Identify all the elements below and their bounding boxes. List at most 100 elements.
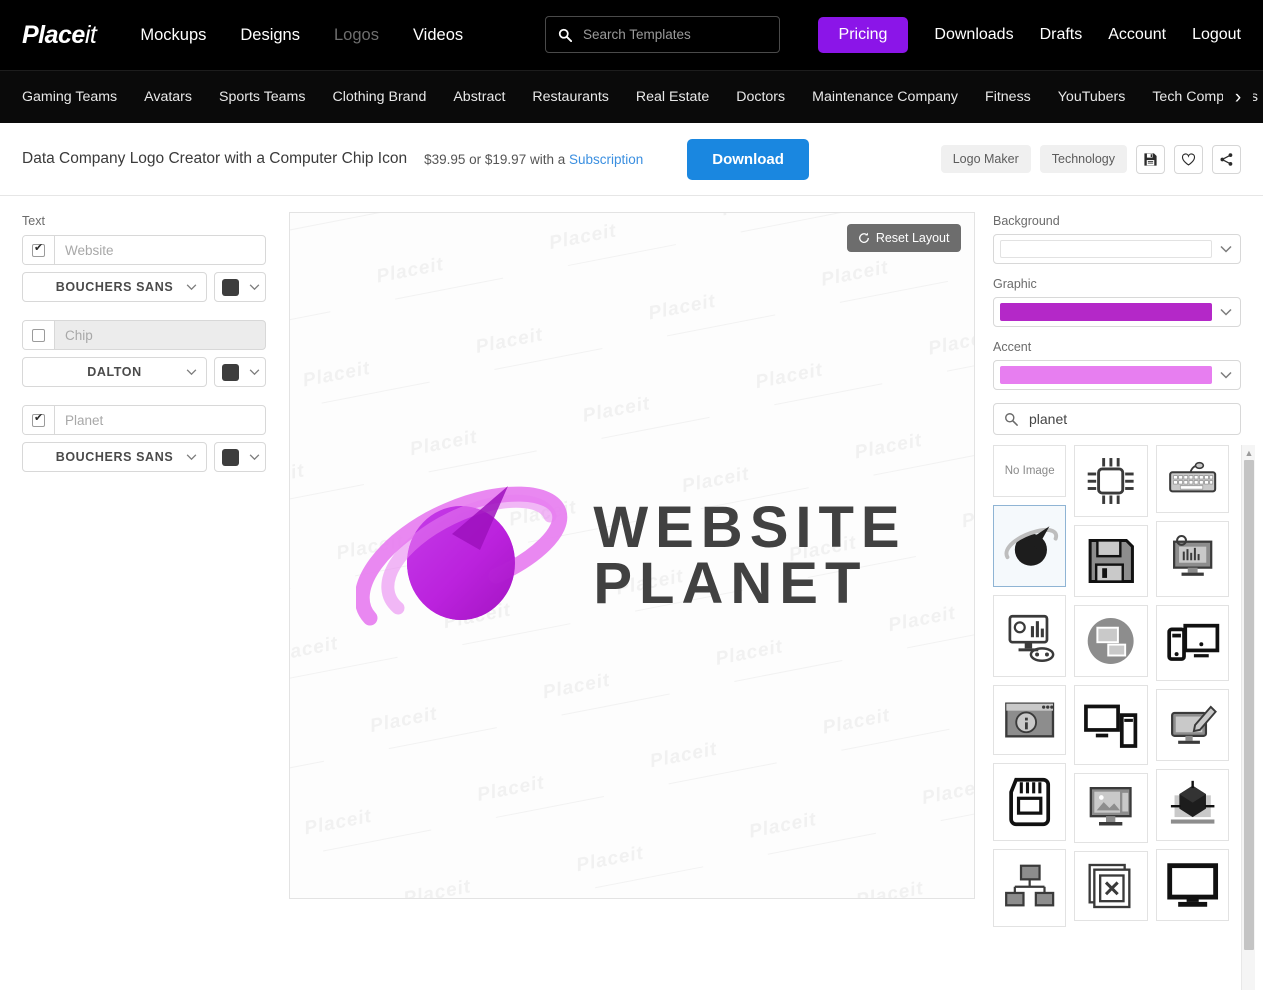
chevron-right-icon[interactable]: › <box>1223 71 1253 124</box>
planet-icon[interactable] <box>993 505 1067 587</box>
text-row <box>22 235 266 265</box>
cpu-chip-icon[interactable] <box>1074 445 1148 517</box>
text-toggle-cell-website[interactable] <box>23 236 55 264</box>
logo-canvas[interactable]: PlaceitPlaceit PlaceitPlaceitPlaceitPlace… <box>288 212 975 899</box>
category-sports-teams[interactable]: Sports Teams <box>219 89 305 105</box>
desktop-tower-icon[interactable] <box>1074 685 1148 765</box>
network-computers-icon[interactable] <box>993 849 1067 927</box>
monitor-circle-icon[interactable] <box>1074 605 1148 677</box>
icon-grid-scrollbar[interactable]: ▲ <box>1241 445 1255 990</box>
color-select-website[interactable] <box>214 272 266 302</box>
graphic-controls-panel: Background Graphic Accent No ImageAB ▲ <box>975 196 1263 999</box>
floppy-disk-icon[interactable] <box>1074 525 1148 597</box>
title-actions: Logo Maker Technology <box>940 144 1241 174</box>
text-input-chip[interactable] <box>55 321 265 349</box>
category-clothing-brand[interactable]: Clothing Brand <box>332 89 426 105</box>
keyboard-icon[interactable] <box>1155 445 1229 513</box>
favorite-button[interactable] <box>1174 144 1203 174</box>
template-search-box[interactable] <box>545 16 780 53</box>
nav-logos[interactable]: Logos <box>334 26 379 45</box>
memory-card-icon <box>1009 777 1051 827</box>
chevron-down-icon <box>249 369 260 376</box>
nav-downloads[interactable]: Downloads <box>934 26 1013 44</box>
checkbox-planet[interactable] <box>32 412 45 427</box>
no-image[interactable]: No Image <box>993 445 1067 497</box>
accent-color-bar <box>1000 366 1212 384</box>
nav-logout[interactable]: Logout <box>1192 26 1241 44</box>
checkbox-chip[interactable] <box>32 328 45 342</box>
share-button[interactable] <box>1212 144 1241 174</box>
planet-graphic <box>356 486 568 626</box>
text-toggle-cell-chip[interactable] <box>23 321 55 349</box>
icon-search-box[interactable] <box>993 403 1241 435</box>
search-input[interactable] <box>581 26 767 43</box>
product-title-bar: Data Company Logo Creator with a Compute… <box>0 123 1263 196</box>
font-select-chip[interactable]: DALTON <box>22 357 207 387</box>
font-row-website: BOUCHERS SANS <box>22 272 266 302</box>
desktop-tower-icon <box>1084 704 1138 748</box>
monitor-bold-icon[interactable] <box>1155 849 1229 921</box>
3d-cube-laptop-icon[interactable] <box>1155 769 1229 841</box>
save-button[interactable] <box>1136 144 1165 174</box>
tablet-pen-icon <box>1170 705 1217 744</box>
tag-technology[interactable]: Technology <box>1039 145 1127 173</box>
devices-icon <box>1166 623 1219 661</box>
search-icon <box>1005 413 1018 426</box>
save-icon <box>1144 152 1157 166</box>
chevron-down-icon <box>249 284 260 291</box>
drawing-tablet-icon[interactable] <box>1155 689 1229 761</box>
font-select-website[interactable]: BOUCHERS SANS <box>22 272 207 302</box>
nav-videos[interactable]: Videos <box>413 26 463 45</box>
category-gaming-teams[interactable]: Gaming Teams <box>22 89 117 105</box>
text-group-website: BOUCHERS SANS <box>22 235 266 302</box>
logo-wordmark: WEBSITE PLANET <box>593 499 906 612</box>
category-fitness[interactable]: Fitness <box>985 89 1031 105</box>
category-youtubers[interactable]: YouTubers <box>1058 89 1126 105</box>
font-select-planet[interactable]: BOUCHERS SANS <box>22 442 207 472</box>
icon-grid-wrap: No ImageAB ▲ <box>993 445 1255 990</box>
category-maintenance-company[interactable]: Maintenance Company <box>812 89 958 105</box>
graphic-color-select[interactable] <box>993 297 1241 327</box>
category-restaurants[interactable]: Restaurants <box>532 89 609 105</box>
placeit-logo[interactable]: Placeit <box>22 20 97 50</box>
background-color-select[interactable] <box>993 234 1241 264</box>
chevron-down-icon <box>1220 308 1232 316</box>
monitor-chart-gamepad-icon[interactable] <box>993 595 1067 677</box>
pricing-button[interactable]: Pricing <box>817 17 909 53</box>
subscription-link[interactable]: Subscription <box>569 152 643 167</box>
floppy-icon <box>1088 538 1135 584</box>
brand-text: Place <box>22 20 85 49</box>
nav-account[interactable]: Account <box>1108 26 1166 44</box>
reset-layout-button[interactable]: Reset Layout <box>846 224 961 252</box>
color-select-chip[interactable] <box>214 357 266 387</box>
main-nav: Mockups Designs Logos Videos <box>140 26 463 45</box>
color-select-planet[interactable] <box>214 442 266 472</box>
memory-card-icon[interactable] <box>993 763 1067 841</box>
text-input-website[interactable] <box>55 236 265 264</box>
documents-x-icon[interactable] <box>1074 851 1148 921</box>
category-doctors[interactable]: Doctors <box>736 89 785 105</box>
monitor-analytics-icon[interactable] <box>1155 521 1229 597</box>
brand-suffix: it <box>84 20 97 49</box>
nav-mockups[interactable]: Mockups <box>140 26 206 45</box>
text-input-planet[interactable] <box>55 406 265 434</box>
category-abstract[interactable]: Abstract <box>453 89 505 105</box>
nav-drafts[interactable]: Drafts <box>1040 26 1083 44</box>
category-avatars[interactable]: Avatars <box>144 89 192 105</box>
checkbox-website[interactable] <box>32 242 45 257</box>
font-name-website: BOUCHERS SANS <box>55 280 174 294</box>
tag-logo-maker[interactable]: Logo Maker <box>940 145 1031 173</box>
devices-responsive-icon[interactable] <box>1155 605 1229 681</box>
scrollbar-thumb[interactable] <box>1244 460 1254 950</box>
browser-info-icon[interactable] <box>993 685 1067 755</box>
chevron-up-icon[interactable]: ▲ <box>1242 445 1256 460</box>
category-real-estate[interactable]: Real Estate <box>636 89 709 105</box>
monitor-image-icon[interactable] <box>1074 773 1148 843</box>
icon-search-input[interactable] <box>1027 410 1230 428</box>
download-button[interactable]: Download <box>687 138 809 180</box>
text-toggle-cell-planet[interactable] <box>23 406 55 434</box>
font-row-planet: BOUCHERS SANS <box>22 442 266 472</box>
accent-color-select[interactable] <box>993 360 1241 390</box>
reset-layout-label: Reset Layout <box>875 231 950 245</box>
nav-designs[interactable]: Designs <box>240 26 300 45</box>
